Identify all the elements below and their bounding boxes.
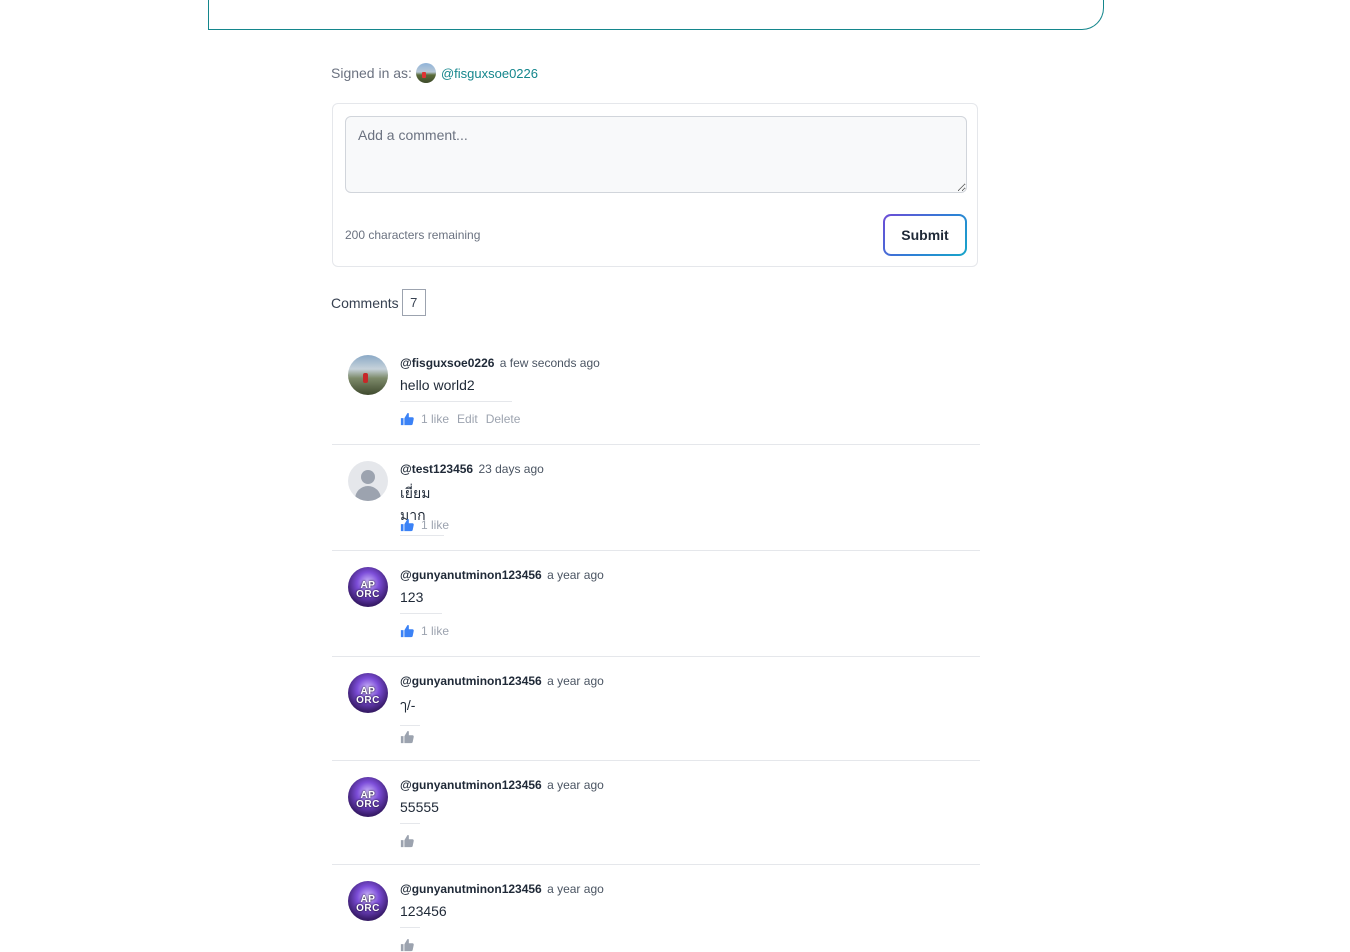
comment-form: 200 characters remaining Submit xyxy=(332,103,978,267)
comment-meta: @gunyanutminon123456 a year ago xyxy=(400,882,604,896)
avatar-art-logo: AP ORC xyxy=(356,686,380,706)
video-info-card xyxy=(208,0,1104,30)
comment-username-link[interactable]: @gunyanutminon123456 xyxy=(400,882,542,896)
thumbs-up-icon[interactable] xyxy=(400,938,414,952)
comment-item: AP ORC @gunyanutminon123456 a year ago 12… xyxy=(332,551,980,657)
edit-button[interactable]: Edit xyxy=(457,412,478,426)
comment-timestamp: a year ago xyxy=(547,568,604,582)
comments-count-badge: 7 xyxy=(401,289,426,316)
thumbs-up-icon[interactable] xyxy=(400,518,414,532)
chars-remaining: 200 characters remaining xyxy=(345,228,481,242)
delete-button[interactable]: Delete xyxy=(486,412,521,426)
default-avatar-icon[interactable] xyxy=(348,461,388,501)
comment-username-link[interactable]: @gunyanutminon123456 xyxy=(400,674,542,688)
current-user-avatar xyxy=(415,63,436,83)
avatar-art-logo: AP ORC xyxy=(356,580,380,600)
page: Signed in as: @fisguxsoe0226 200 charact… xyxy=(0,0,1350,952)
comment-text: 55555 xyxy=(400,799,439,824)
comment-item: AP ORC @gunyanutminon123456 a year ago 55… xyxy=(332,761,980,865)
comment-actions: 1 like Edit Delete xyxy=(400,412,528,426)
comment-actions: 1 like xyxy=(400,624,457,638)
comment-text: hello world2 xyxy=(400,377,512,402)
comment-meta: @test123456 23 days ago xyxy=(400,462,544,476)
comment-text: 123 xyxy=(400,589,442,614)
thumbs-up-icon[interactable] xyxy=(400,412,414,426)
comment-text: 123456 xyxy=(400,903,447,928)
current-user-handle-link[interactable]: @fisguxsoe0226 xyxy=(441,66,538,81)
signed-in-label: Signed in as: xyxy=(331,65,412,81)
comment-item: AP ORC @gunyanutminon123456 a year ago 12… xyxy=(332,865,980,952)
comment-actions xyxy=(400,834,421,848)
comment-actions: 1 like xyxy=(400,518,457,532)
comment-input[interactable] xyxy=(345,116,967,193)
comment-actions xyxy=(400,730,421,744)
avatar[interactable]: AP ORC xyxy=(348,567,388,607)
comment-username-link[interactable]: @gunyanutminon123456 xyxy=(400,778,542,792)
thumbs-up-icon[interactable] xyxy=(400,730,414,744)
comment-username-link[interactable]: @test123456 xyxy=(400,462,473,476)
comment-timestamp: a year ago xyxy=(547,882,604,896)
comments-header: Comments 7 xyxy=(331,289,426,316)
avatar[interactable]: AP ORC xyxy=(348,777,388,817)
comment-text: ๅ/- xyxy=(400,695,420,726)
comment-timestamp: a few seconds ago xyxy=(499,356,600,370)
signed-in-indicator: Signed in as: @fisguxsoe0226 xyxy=(331,62,538,84)
avatar[interactable]: AP ORC xyxy=(348,673,388,713)
comment-item: @fisguxsoe0226 a few seconds ago hello w… xyxy=(332,339,980,445)
comment-item: @test123456 23 days ago เยี่ยมมาก 1 like xyxy=(332,445,980,551)
comment-timestamp: a year ago xyxy=(547,674,604,688)
avatar-art-logo: AP ORC xyxy=(356,790,380,810)
submit-button[interactable]: Submit xyxy=(883,214,967,256)
avatar-art-logo: AP ORC xyxy=(356,894,380,914)
comment-list: @fisguxsoe0226 a few seconds ago hello w… xyxy=(332,339,980,952)
comments-title: Comments xyxy=(331,294,399,311)
comment-timestamp: 23 days ago xyxy=(478,462,544,476)
like-count: 1 like xyxy=(421,624,450,638)
comment-timestamp: a year ago xyxy=(547,778,604,792)
comment-username-link[interactable]: @fisguxsoe0226 xyxy=(400,356,494,370)
avatar[interactable]: AP ORC xyxy=(348,881,388,921)
comment-meta: @fisguxsoe0226 a few seconds ago xyxy=(400,356,600,370)
like-count: 1 like xyxy=(421,412,450,426)
comment-meta: @gunyanutminon123456 a year ago xyxy=(400,778,604,792)
thumbs-up-icon[interactable] xyxy=(400,624,414,638)
thumbs-up-icon[interactable] xyxy=(400,834,414,848)
avatar[interactable] xyxy=(348,355,388,395)
comment-meta: @gunyanutminon123456 a year ago xyxy=(400,674,604,688)
like-count: 1 like xyxy=(421,518,450,532)
comment-actions xyxy=(400,938,421,952)
comment-item: AP ORC @gunyanutminon123456 a year ago ๅ/… xyxy=(332,657,980,761)
comment-username-link[interactable]: @gunyanutminon123456 xyxy=(400,568,542,582)
comment-meta: @gunyanutminon123456 a year ago xyxy=(400,568,604,582)
